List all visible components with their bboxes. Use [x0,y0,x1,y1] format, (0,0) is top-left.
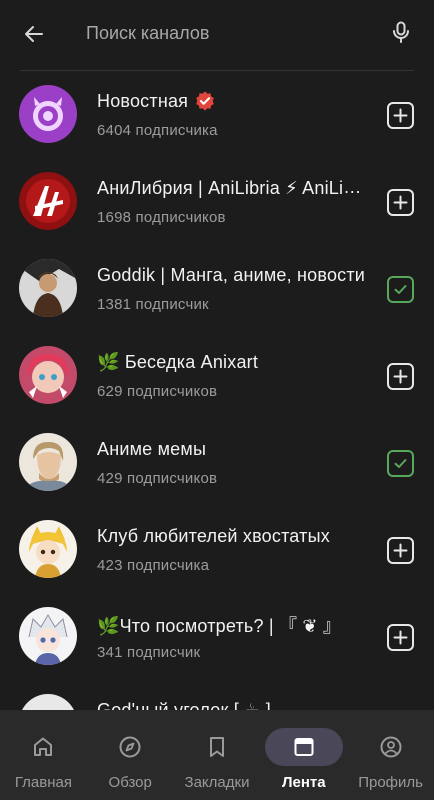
channel-subscribers: 6404 подписчика [97,122,218,139]
nav-icon-container [264,728,343,766]
channel-row[interactable]: 🌿Что посмотреть? | 『 ❦ 』 341 подписчик [0,594,434,681]
subscribe-button[interactable] [387,537,414,564]
nav-item-profile[interactable]: Профиль [347,710,434,800]
nav-label: Обзор [108,774,152,791]
channel-subscribers: 423 подписчика [97,557,210,574]
channel-row[interactable]: Аниме мемы 429 подписчиков [0,420,434,507]
plus-icon [393,195,408,210]
feed-icon [294,738,314,756]
channel-avatar [19,607,77,665]
channel-name: Клуб любителей хвостатых [97,525,330,546]
channel-avatar [19,346,77,404]
channel-name: Goddik | Манга, аниме, новости [97,264,366,285]
channel-name: АниЛибрия | AniLibria ⚡ AniLibria [97,177,369,198]
channel-subscribers: 1698 подписчиков [97,209,226,226]
nav-label: Закладки [184,774,250,791]
subscribe-button[interactable] [387,189,414,216]
channel-name: 🌿Что посмотреть? | 『 ❦ 』 [97,616,342,636]
bottom-navigation: Главная Обзор Закладки Лента Профиль [0,710,434,800]
channel-name: Аниме мемы [97,438,207,459]
nav-icon-container [352,728,430,766]
back-button[interactable] [18,18,50,50]
subscribe-button[interactable] [387,624,414,651]
nav-item-explore[interactable]: Обзор [87,710,174,800]
check-icon [394,459,407,468]
channel-avatar [19,520,77,578]
nav-icon-container [178,728,256,766]
channel-subscribers: 341 подписчик [97,644,201,661]
channel-subscribers: 1381 подписчик [97,296,209,313]
header-divider [20,70,414,71]
channel-row[interactable]: Клуб любителей хвостатых 423 подписчика [0,507,434,594]
channel-avatar [19,433,77,491]
nav-label: Профиль [358,774,423,791]
arrow-left-icon [25,26,43,42]
subscribe-button[interactable] [387,363,414,390]
channel-name: Новостная [97,90,369,112]
nav-label: Главная [14,774,72,791]
subscribe-button[interactable] [387,102,414,129]
profile-icon [380,736,402,758]
plus-icon [393,369,408,384]
nav-item-home[interactable]: Главная [0,710,87,800]
search-bar [0,0,434,66]
channel-row[interactable]: Goddik | Манга, аниме, новости 1381 подп… [0,246,434,333]
check-icon [394,285,407,294]
channel-name: 🌿 Беседка Anixart [97,351,259,372]
plus-icon [393,108,408,123]
voice-search-button[interactable] [385,16,417,48]
plus-icon [393,630,408,645]
channel-search-screen: Новостная 6404 подписчика [0,0,434,800]
channel-avatar [19,259,77,317]
compass-icon [119,736,141,758]
channel-avatar [19,85,77,143]
channel-row[interactable]: 🌿 Беседка Anixart 629 подписчиков [0,333,434,420]
channel-row[interactable]: АниЛибрия | AniLibria ⚡ AniLibria 1698 п… [0,159,434,246]
nav-icon-container [91,728,169,766]
nav-icon-container [4,728,82,766]
search-input[interactable] [86,18,366,48]
home-icon [34,737,53,756]
nav-item-feed[interactable]: Лента [260,710,347,800]
channel-subscribers: 429 подписчиков [97,470,218,487]
plus-icon [393,543,408,558]
channel-avatar [19,172,77,230]
verified-badge-icon [196,91,214,111]
bookmark-icon [209,737,224,757]
subscribed-button[interactable] [387,276,414,303]
channel-subscribers: 629 подписчиков [97,383,218,400]
channel-list: Новостная 6404 подписчика АниЛибрия | An… [0,72,434,768]
nav-item-bookmarks[interactable]: Закладки [174,710,261,800]
nav-label: Лента [281,774,326,791]
microphone-icon [393,21,409,43]
subscribed-button[interactable] [387,450,414,477]
channel-row[interactable]: Новостная 6404 подписчика [0,72,434,159]
